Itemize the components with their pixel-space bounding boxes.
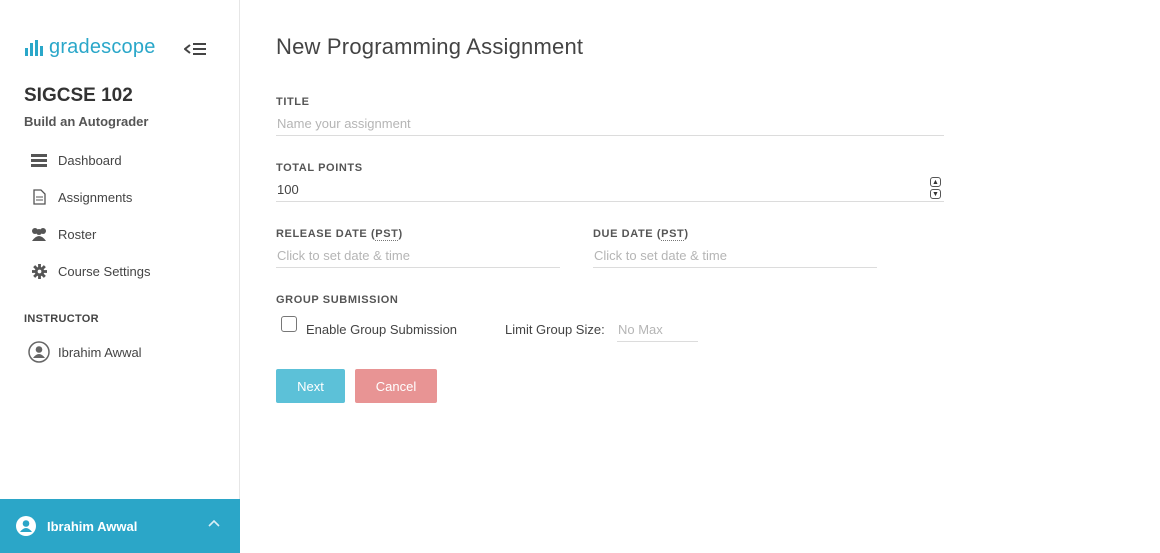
avatar-icon	[28, 341, 50, 363]
sidebar-item-label: Roster	[58, 226, 97, 242]
dashboard-icon	[30, 152, 48, 168]
release-date-input[interactable]	[276, 244, 560, 268]
course-subtitle: Build an Autograder	[24, 114, 149, 129]
chevron-up-icon[interactable]	[208, 519, 220, 527]
sidebar-item-roster[interactable]: Roster	[30, 226, 96, 242]
gradescope-logo[interactable]: gradescope	[25, 36, 156, 59]
due-date-label: DUE DATE (PST)	[593, 228, 689, 241]
enable-group-checkbox[interactable]	[281, 316, 297, 332]
stepper-up-icon[interactable]: ▲	[930, 177, 941, 187]
due-timezone: PST	[661, 228, 685, 241]
release-date-label: RELEASE DATE (PST)	[276, 228, 403, 241]
sidebar-item-dashboard[interactable]: Dashboard	[30, 152, 122, 168]
user-name: Ibrahim Awwal	[47, 518, 138, 534]
total-points-label: TOTAL POINTS	[276, 162, 363, 174]
logo-text: gradescope	[49, 36, 156, 58]
instructor-item[interactable]: Ibrahim Awwal	[28, 341, 142, 363]
collapse-sidebar-icon[interactable]	[183, 40, 208, 58]
user-menu[interactable]: Ibrahim Awwal	[0, 499, 240, 553]
course-title[interactable]: SIGCSE 102	[24, 85, 133, 107]
cancel-button[interactable]: Cancel	[355, 369, 437, 403]
gear-icon	[30, 263, 48, 279]
sidebar-item-course-settings[interactable]: Course Settings	[30, 263, 151, 279]
page-title: New Programming Assignment	[276, 34, 584, 59]
release-label-suffix: )	[398, 228, 403, 240]
group-submission-label: GROUP SUBMISSION	[276, 294, 399, 306]
instructor-name: Ibrahim Awwal	[58, 344, 142, 360]
limit-group-size-input[interactable]	[617, 318, 698, 342]
sidebar-item-label: Dashboard	[58, 152, 122, 168]
sidebar: gradescope SIGCSE 102 Build an Autograde…	[0, 0, 240, 553]
instructor-heading: INSTRUCTOR	[24, 313, 99, 325]
due-label-prefix: DUE DATE (	[593, 228, 662, 240]
points-stepper[interactable]: ▲ ▼	[930, 177, 943, 201]
logo-bars-icon	[25, 39, 43, 56]
stepper-down-icon[interactable]: ▼	[930, 189, 941, 199]
release-label-prefix: RELEASE DATE (	[276, 228, 376, 240]
enable-group-label[interactable]: Enable Group Submission	[306, 322, 457, 337]
sidebar-item-label: Assignments	[58, 189, 133, 205]
title-label: TITLE	[276, 96, 310, 108]
document-icon	[30, 189, 48, 205]
due-label-suffix: )	[684, 228, 689, 240]
release-timezone: PST	[375, 228, 399, 241]
limit-group-size-label: Limit Group Size:	[505, 322, 605, 337]
sidebar-item-assignments[interactable]: Assignments	[30, 189, 132, 205]
total-points-input[interactable]	[276, 178, 944, 202]
title-input[interactable]	[276, 112, 944, 136]
sidebar-item-label: Course Settings	[58, 263, 151, 279]
next-button[interactable]: Next	[276, 369, 345, 403]
users-icon	[30, 226, 48, 242]
due-date-input[interactable]	[593, 244, 877, 268]
main-content: New Programming Assignment TITLE TOTAL P…	[240, 0, 1160, 553]
user-avatar-icon	[16, 516, 36, 536]
